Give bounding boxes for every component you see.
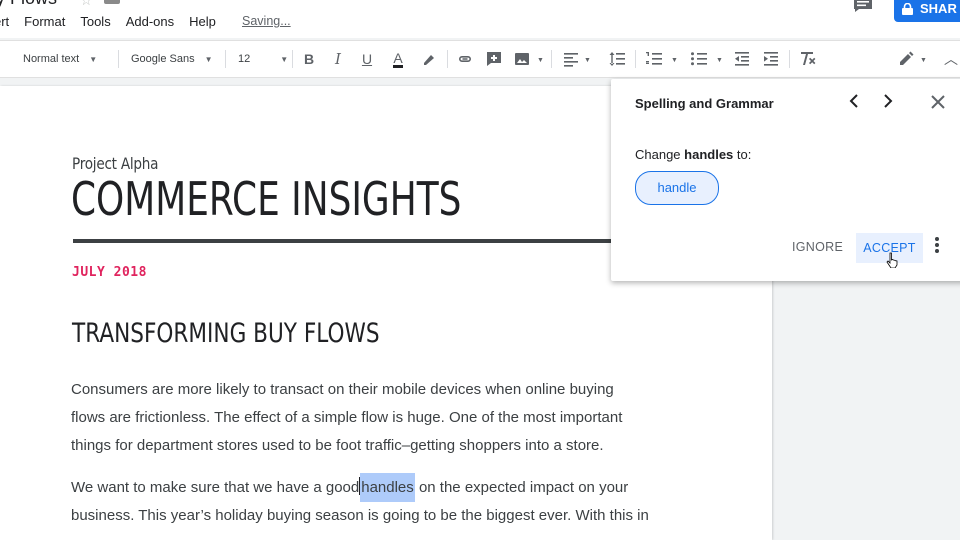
paragraph-2[interactable]: We want to make sure that we have a good… — [71, 473, 691, 530]
menu-addons[interactable]: Add-ons — [126, 14, 174, 32]
saving-status[interactable]: Saving... — [242, 14, 291, 28]
highlight-icon[interactable] — [420, 50, 438, 68]
change-suffix: to: — [733, 147, 752, 162]
text-line: business. This year’s holiday buying sea… — [71, 507, 649, 524]
line-spacing-icon[interactable] — [609, 50, 627, 68]
text-line: Consumers are more likely to transact on… — [71, 381, 614, 398]
divider — [551, 50, 552, 68]
panel-title: Spelling and Grammar — [635, 96, 774, 111]
clear-format-icon[interactable] — [798, 50, 816, 68]
bold-icon[interactable]: B — [300, 50, 318, 68]
collapse-icon[interactable]: ︿ — [942, 50, 960, 68]
numbered-list-icon[interactable] — [645, 50, 663, 68]
style-select[interactable]: Normal text ▼ — [23, 41, 97, 77]
menu-format[interactable]: Format — [24, 14, 65, 32]
menu-bar: ert Format Tools Add-ons Help — [0, 14, 231, 32]
divider — [118, 50, 119, 68]
chevron-down-icon[interactable]: ▼ — [584, 57, 591, 64]
divider — [447, 50, 448, 68]
italic-icon[interactable]: I — [329, 50, 347, 68]
text-run: We want to make sure that we have a good — [71, 479, 360, 496]
share-label: SHAR — [920, 1, 957, 16]
menu-insert[interactable]: ert — [0, 14, 9, 32]
close-icon[interactable] — [931, 95, 945, 109]
next-icon[interactable] — [881, 94, 893, 108]
font-size-select[interactable]: 12 ▼ — [238, 41, 288, 77]
title-rule — [73, 239, 613, 243]
misspelled-word[interactable]: handles — [360, 473, 415, 502]
divider — [789, 50, 790, 68]
chevron-down-icon: ▼ — [204, 54, 213, 64]
spelling-grammar-panel: Spelling and Grammar Change handles to: … — [611, 79, 960, 281]
text-line: things for department stores used to be … — [71, 437, 604, 454]
hand-cursor-icon — [886, 252, 898, 268]
font-size-value: 12 — [238, 53, 251, 65]
text-run: on the expected impact on your — [414, 479, 629, 496]
style-value: Normal text — [23, 53, 80, 65]
project-label: Project Alpha — [72, 154, 159, 173]
document-heading-title: COMMERCE INSIGHTS — [71, 172, 462, 226]
chevron-down-icon[interactable]: ▼ — [537, 57, 544, 64]
share-button[interactable]: SHAR — [894, 0, 960, 22]
document-title[interactable]: y Flows — [0, 0, 57, 9]
font-value: Google Sans — [131, 53, 195, 65]
more-options-icon[interactable] — [934, 237, 940, 253]
link-icon[interactable] — [456, 50, 474, 68]
folder-icon[interactable] — [104, 0, 120, 4]
divider — [635, 50, 636, 68]
top-bar: y Flows ☆ ert Format Tools Add-ons Help … — [0, 0, 960, 38]
chevron-down-icon[interactable]: ▼ — [920, 57, 927, 64]
font-select[interactable]: Google Sans ▼ — [131, 41, 213, 77]
menu-tools[interactable]: Tools — [80, 14, 110, 32]
chevron-down-icon[interactable]: ▼ — [716, 57, 723, 64]
divider — [225, 50, 226, 68]
chevron-down-icon: ▼ — [89, 54, 98, 64]
menu-help[interactable]: Help — [189, 14, 216, 32]
comment-add-icon[interactable] — [485, 50, 503, 68]
change-suggestion-text: Change handles to: — [635, 147, 751, 162]
chevron-down-icon: ▼ — [280, 54, 289, 64]
flagged-word: handles — [684, 147, 734, 162]
ignore-button[interactable]: IGNORE — [792, 240, 843, 254]
comments-icon[interactable] — [853, 0, 873, 13]
lock-icon — [902, 3, 913, 15]
change-prefix: Change — [635, 147, 685, 162]
paragraph-1[interactable]: Consumers are more likely to transact on… — [71, 376, 691, 460]
image-icon[interactable] — [513, 50, 531, 68]
edit-mode-icon[interactable] — [897, 50, 915, 68]
increase-indent-icon[interactable] — [762, 50, 780, 68]
star-icon[interactable]: ☆ — [80, 0, 93, 9]
bulleted-list-icon[interactable] — [690, 50, 708, 68]
suggestion-chip[interactable]: handle — [635, 171, 719, 205]
text-color-icon[interactable]: A — [389, 50, 407, 68]
formatting-toolbar: Normal text ▼ Google Sans ▼ 12 ▼ B I U A ▼ … — [0, 40, 960, 78]
previous-icon[interactable] — [849, 94, 861, 108]
text-line: We want to make sure that we have a good… — [71, 473, 691, 502]
section-heading: TRANSFORMING BUY FLOWS — [72, 318, 380, 349]
decrease-indent-icon[interactable] — [733, 50, 751, 68]
document-date: JULY 2018 — [72, 265, 147, 280]
underline-icon[interactable]: U — [358, 50, 376, 68]
divider — [292, 50, 293, 68]
chevron-down-icon[interactable]: ▼ — [671, 57, 678, 64]
align-left-icon[interactable] — [562, 50, 580, 68]
text-line: flows are frictionless. The effect of a … — [71, 409, 623, 426]
